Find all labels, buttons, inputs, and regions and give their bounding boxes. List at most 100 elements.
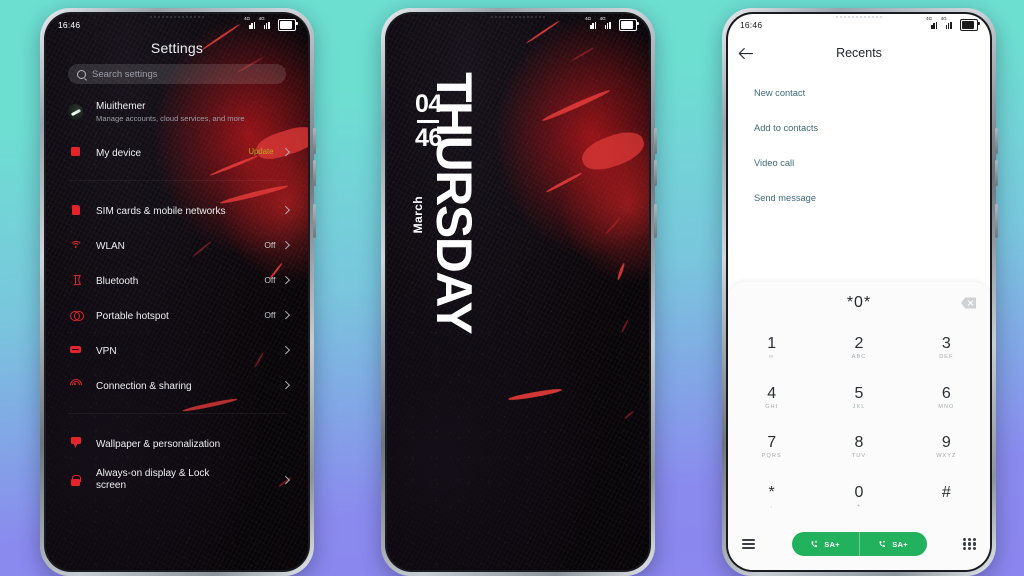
phone-call-icon: [879, 540, 886, 547]
dial-key-digit: *: [768, 483, 775, 501]
wifi-icon: [68, 240, 83, 249]
signal-icon-2: 4G: [259, 16, 272, 29]
dial-key-0[interactable]: 0 +: [815, 473, 902, 523]
notch-dots: [129, 14, 225, 19]
dial-key-6[interactable]: 6 MNO: [903, 374, 990, 424]
notch-dots: [470, 14, 566, 19]
app-header: Recents: [728, 40, 990, 66]
account-name: Miuithemer: [96, 100, 146, 112]
signal-icon-1: 4G: [244, 16, 257, 29]
dial-key-digit: #: [941, 483, 951, 501]
dial-key-digit: 3: [941, 335, 951, 353]
dialpad-panel: *0* 1 ∞ 2 ABC 3 DEF 4 GHI 5 JKL 6 MNO 7 …: [728, 282, 990, 570]
call-action-bar: SA+ SA+: [728, 522, 990, 570]
settings-row-label: Always-on display & Lock screen: [96, 468, 210, 491]
lockscreen-day: THURSDAY: [426, 72, 482, 334]
dial-key-digit: 9: [941, 434, 951, 452]
dial-key-hash[interactable]: #: [903, 473, 990, 523]
dial-key-1[interactable]: 1 ∞: [728, 324, 815, 374]
dial-key-7[interactable]: 7 PQRS: [728, 423, 815, 473]
dial-key-4[interactable]: 4 GHI: [728, 374, 815, 424]
settings-row-label: SIM cards & mobile networks: [96, 205, 226, 217]
dial-key-star[interactable]: * ,: [728, 473, 815, 523]
link-video-call[interactable]: Video call: [754, 158, 970, 168]
settings-row-lock-screen[interactable]: Always-on display & Lock screen: [46, 460, 308, 500]
dial-key-letters: ∞: [769, 354, 775, 361]
account-subtitle: Manage accounts, cloud services, and mor…: [96, 113, 245, 123]
dial-key-letters: ABC: [851, 354, 867, 361]
chevron-right-icon: [281, 476, 290, 484]
phone-screen-settings: 16:46 4G 4G Settings Search settings Miu…: [46, 14, 308, 570]
status-time: 16:46: [58, 20, 81, 30]
dial-key-digit: 6: [941, 384, 951, 402]
dial-key-3[interactable]: 3 DEF: [903, 324, 990, 374]
dial-key-letters: +: [856, 502, 862, 509]
status-time: 16:46: [740, 20, 763, 30]
dial-key-letters: MNO: [938, 403, 955, 410]
dial-key-letters: ,: [770, 502, 773, 509]
menu-icon[interactable]: [742, 539, 755, 549]
phone-bezel: 16:46 4G 4G Recents New contact Add to c…: [726, 12, 992, 572]
back-arrow-icon: [738, 47, 753, 59]
settings-row-account[interactable]: Miuithemer Manage accounts, cloud servic…: [46, 90, 308, 134]
power-button[interactable]: [654, 204, 657, 238]
phone-lockscreen: 4G 4G 04 46 March THURSDAY: [381, 8, 657, 576]
keypad-icon[interactable]: [963, 537, 976, 551]
chevron-right-icon: [281, 380, 290, 389]
dial-key-digit: 0: [854, 483, 864, 501]
link-send-message[interactable]: Send message: [754, 193, 970, 203]
power-button[interactable]: [995, 204, 998, 238]
lock-icon: [68, 474, 83, 486]
chevron-right-icon: [281, 205, 290, 214]
volume-down-button[interactable]: [313, 160, 316, 186]
call-button-label: SA+: [892, 539, 908, 549]
call-button-sim2[interactable]: SA+: [858, 532, 927, 556]
dial-entry-value[interactable]: *0*: [847, 294, 871, 312]
backspace-icon: [967, 300, 973, 306]
power-button[interactable]: [313, 204, 316, 238]
volume-down-button[interactable]: [654, 160, 657, 186]
dial-key-digit: 4: [767, 384, 777, 402]
phone-bezel: 4G 4G 04 46 March THURSDAY: [385, 12, 651, 572]
settings-row-value: Off: [264, 239, 276, 250]
volume-up-button[interactable]: [654, 128, 657, 154]
call-button-sim1[interactable]: SA+: [792, 532, 859, 556]
settings-row-sim[interactable]: SIM cards & mobile networks: [46, 192, 308, 227]
chevron-right-icon: [281, 310, 290, 319]
volume-up-button[interactable]: [313, 128, 316, 154]
search-input[interactable]: Search settings: [68, 64, 286, 84]
volume-up-button[interactable]: [995, 128, 998, 154]
dial-key-9[interactable]: 9 WXYZ: [903, 423, 990, 473]
dial-key-8[interactable]: 8 TUV: [815, 423, 902, 473]
link-add-to-contacts[interactable]: Add to contacts: [754, 123, 970, 133]
settings-row-label: My device: [96, 147, 142, 159]
settings-row-bluetooth[interactable]: Bluetooth Off: [46, 262, 308, 297]
settings-row-hotspot[interactable]: Portable hotspot Off: [46, 297, 308, 332]
settings-row-connection-sharing[interactable]: Connection & sharing: [46, 367, 308, 402]
dial-key-5[interactable]: 5 JKL: [815, 374, 902, 424]
back-button[interactable]: [728, 47, 762, 60]
volume-down-button[interactable]: [995, 160, 998, 186]
wallpaper-icon: [68, 437, 83, 448]
signal-icon-2: 4G: [941, 16, 954, 29]
dial-key-letters: DEF: [939, 354, 954, 361]
link-new-contact[interactable]: New contact: [754, 88, 970, 98]
chevron-right-icon: [281, 147, 290, 156]
dial-key-2[interactable]: 2 ABC: [815, 324, 902, 374]
dial-key-digit: 8: [854, 434, 864, 452]
settings-row-wlan[interactable]: WLAN Off: [46, 227, 308, 262]
settings-row-label: Bluetooth: [96, 275, 139, 287]
call-button-label: SA+: [824, 539, 840, 549]
status-badge: Update: [248, 147, 274, 156]
backspace-button[interactable]: [961, 297, 976, 309]
settings-row-my-device[interactable]: My device Update: [46, 134, 308, 169]
dial-key-digit: 1: [767, 335, 777, 353]
settings-row-label: VPN: [96, 345, 117, 357]
dial-key-letters: GHI: [765, 403, 779, 410]
settings-row-vpn[interactable]: VPN: [46, 332, 308, 367]
signal-icon-1: 4G: [926, 16, 939, 29]
chevron-right-icon: [281, 345, 290, 354]
dial-key-letters: JKL: [852, 403, 866, 410]
settings-row-wallpaper[interactable]: Wallpaper & personalization: [46, 425, 308, 460]
settings-list: Miuithemer Manage accounts, cloud servic…: [46, 90, 308, 570]
